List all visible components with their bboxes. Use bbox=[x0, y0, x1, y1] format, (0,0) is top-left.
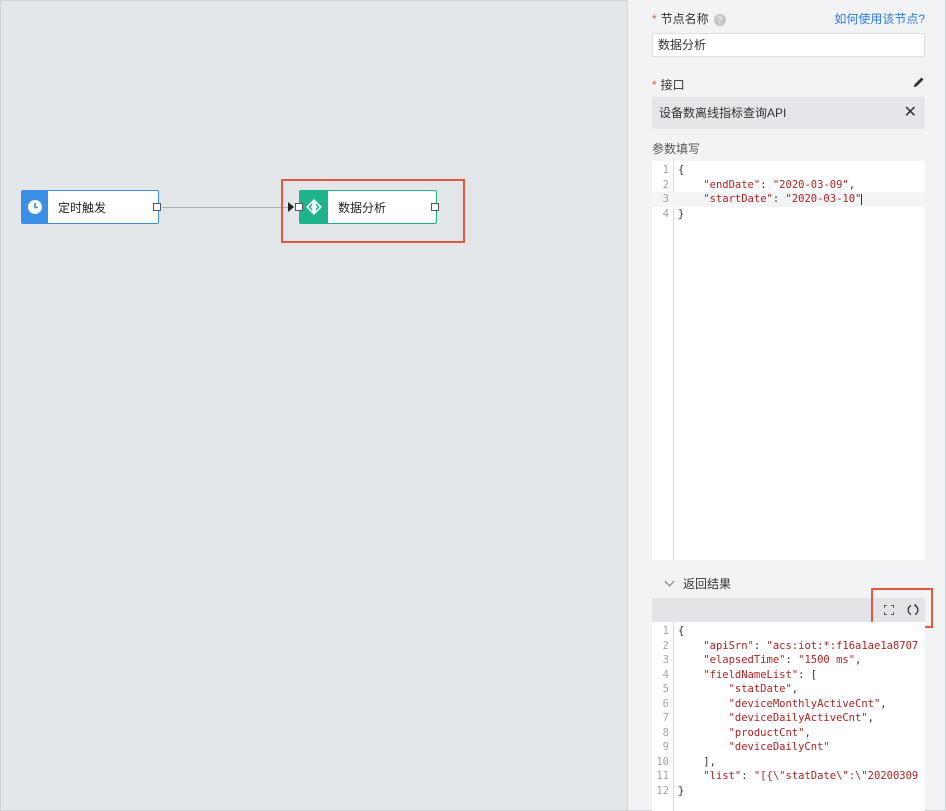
params-label: 参数填写 bbox=[652, 142, 701, 156]
node-timer-trigger[interactable]: 定时触发 bbox=[21, 190, 161, 224]
line-number: 11 bbox=[656, 770, 669, 782]
code-line: 3 "startDate": "2020-03-10" bbox=[652, 192, 925, 207]
line-number: 8 bbox=[662, 726, 669, 739]
code-text: "deviceDailyActiveCnt", bbox=[728, 712, 874, 724]
line-number: 5 bbox=[662, 683, 669, 695]
result-code-viewer[interactable]: 1{2 "apiSrn": "acs:iot:*:f16a1ae1a8707 3 … bbox=[652, 622, 925, 811]
code-text: "apiSrn": "acs:iot:*:f16a1ae1a8707 bbox=[703, 639, 919, 652]
interface-select[interactable]: 设备数离线指标查询API ✕ bbox=[652, 97, 925, 129]
required-mark: * bbox=[652, 12, 657, 26]
code-line: 1{ bbox=[652, 624, 925, 639]
node-name-row: * 节点名称? 如何使用该节点? bbox=[652, 10, 925, 26]
code-line: 1{ bbox=[652, 163, 925, 178]
line-number: 6 bbox=[662, 697, 669, 710]
chevron-down-icon bbox=[664, 576, 675, 587]
code-text: "elapsedTime": "1500 ms", bbox=[703, 654, 862, 666]
text-cursor bbox=[861, 193, 863, 205]
interface-label: 接口 bbox=[660, 78, 685, 92]
result-header[interactable]: 返回结果 bbox=[664, 575, 732, 592]
code-text: "list": "[{\"statDate\":\"20200309 bbox=[703, 770, 919, 782]
line-number: 1 bbox=[662, 164, 669, 176]
help-link[interactable]: 如何使用该节点? bbox=[834, 10, 925, 27]
node-name-label: 节点名称 bbox=[660, 12, 709, 26]
line-number: 4 bbox=[662, 207, 669, 220]
code-line: 3 "elapsedTime": "1500 ms", bbox=[652, 653, 925, 668]
line-number: 4 bbox=[662, 668, 669, 681]
line-number: 9 bbox=[662, 741, 669, 753]
line-number: 1 bbox=[662, 625, 669, 637]
interface-value: 设备数离线指标查询API bbox=[659, 106, 787, 120]
code-text: "statDate", bbox=[728, 683, 799, 695]
code-text: "endDate": "2020-03-09", bbox=[703, 178, 856, 191]
output-port[interactable] bbox=[153, 203, 161, 211]
close-icon[interactable]: ✕ bbox=[904, 97, 917, 129]
code-text: "startDate": "2020-03-10" bbox=[703, 193, 863, 205]
code-line: 8 "productCnt", bbox=[652, 726, 925, 741]
node-name-input[interactable]: 数据分析 bbox=[652, 33, 925, 57]
code-line: 10 ], bbox=[652, 755, 925, 770]
code-text: ], bbox=[678, 755, 716, 768]
code-line: 5 "statDate", bbox=[652, 682, 925, 697]
code-line: 4 "fieldNameList": [ bbox=[652, 668, 925, 683]
code-text: { bbox=[678, 164, 685, 176]
result-label: 返回结果 bbox=[683, 577, 732, 591]
node-config-panel: * 节点名称? 如何使用该节点? 数据分析 * 接口 设备数离线指标查询API ✕ … bbox=[627, 0, 946, 811]
node-timer-label: 定时触发 bbox=[58, 200, 107, 215]
flow-canvas[interactable]: 定时触发 数据分析 bbox=[0, 0, 627, 811]
line-number: 12 bbox=[656, 784, 669, 797]
required-mark: * bbox=[652, 78, 657, 92]
code-line: 9 "deviceDailyCnt" bbox=[652, 740, 925, 755]
code-line: 4} bbox=[652, 207, 925, 222]
code-text: } bbox=[678, 784, 685, 797]
code-text: "fieldNameList": [ bbox=[703, 668, 818, 681]
code-line: 11 "list": "[{\"statDate\":\"20200309 bbox=[652, 769, 925, 784]
code-text: "deviceMonthlyActiveCnt", bbox=[728, 697, 887, 710]
help-icon[interactable]: ? bbox=[713, 13, 726, 26]
code-line: 6 "deviceMonthlyActiveCnt", bbox=[652, 697, 925, 712]
code-text: "deviceDailyCnt" bbox=[728, 741, 830, 753]
line-number: 3 bbox=[662, 654, 669, 666]
node-highlight-box bbox=[281, 179, 465, 243]
code-text: "productCnt", bbox=[728, 726, 811, 739]
line-number: 2 bbox=[662, 639, 669, 652]
connection-edge[interactable] bbox=[162, 207, 288, 208]
code-line: 7 "deviceDailyActiveCnt", bbox=[652, 711, 925, 726]
edit-pencil-icon[interactable] bbox=[913, 76, 925, 91]
line-number: 10 bbox=[656, 755, 669, 768]
code-text: { bbox=[678, 625, 685, 637]
params-code-editor[interactable]: 1{2 "endDate": "2020-03-09", 3 "startDate… bbox=[652, 161, 925, 560]
code-line: 2 "endDate": "2020-03-09", bbox=[652, 178, 925, 193]
code-line: 2 "apiSrn": "acs:iot:*:f16a1ae1a8707 bbox=[652, 639, 925, 654]
clock-icon bbox=[22, 191, 48, 223]
code-line: 12} bbox=[652, 784, 925, 799]
line-number: 2 bbox=[662, 178, 669, 191]
interface-row: * 接口 bbox=[652, 76, 925, 92]
code-text: } bbox=[678, 207, 685, 220]
line-number: 7 bbox=[662, 712, 669, 724]
line-number: 3 bbox=[662, 193, 669, 205]
